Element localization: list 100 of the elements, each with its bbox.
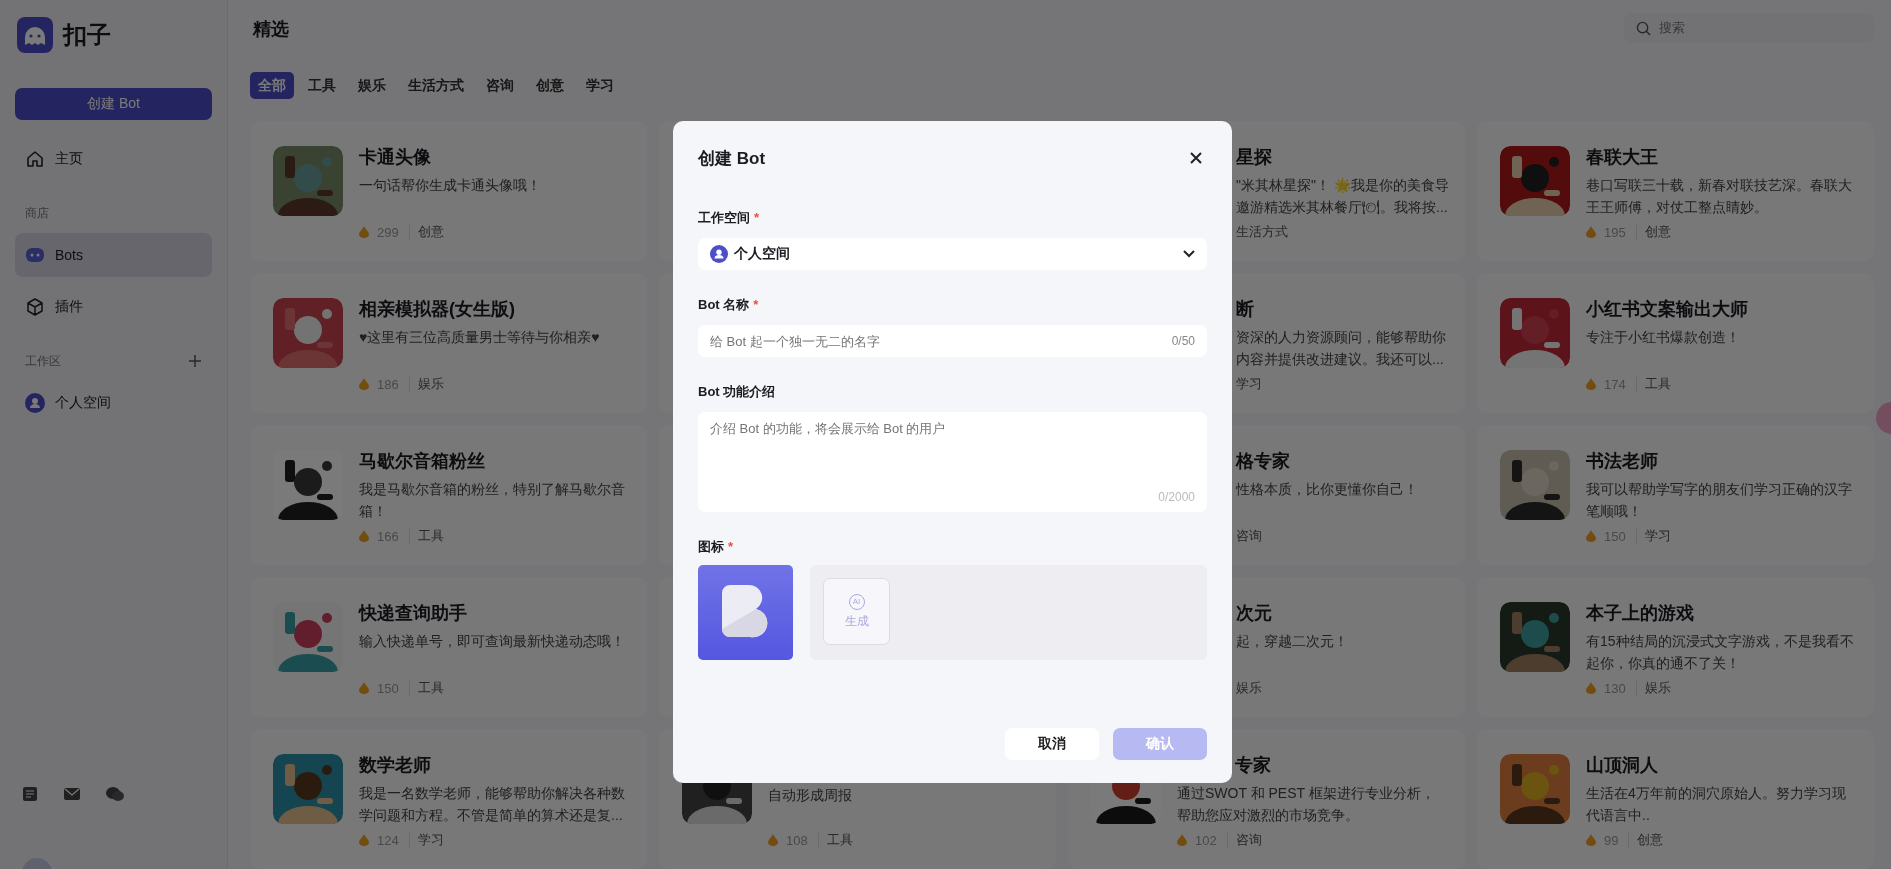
field-label: 工作空间 xyxy=(698,209,750,227)
bot-title: 小红书文案输出大师 xyxy=(1586,298,1749,321)
bot-logo-icon[interactable] xyxy=(698,565,793,660)
page-title: 精选 xyxy=(253,17,289,41)
bot-title: 星探 xyxy=(1236,146,1273,169)
section-label: 商店 xyxy=(25,204,49,222)
category-tag: 生活方式 xyxy=(1236,223,1288,241)
flame-icon xyxy=(359,378,369,390)
nav-item[interactable]: 主页 xyxy=(15,137,212,181)
nav-item[interactable]: 个人空间 xyxy=(15,381,212,425)
bot-title: 山顶洞人 xyxy=(1586,754,1659,777)
flame-icon xyxy=(768,834,778,846)
flame-icon xyxy=(1586,834,1596,846)
home-icon xyxy=(25,149,45,169)
bot-description: 性格本质，比你更懂你自己！ xyxy=(1236,480,1419,499)
category-tag: 工具 xyxy=(417,679,444,697)
search-icon xyxy=(1636,20,1651,36)
flame-icon xyxy=(1586,530,1596,542)
bot-title: 相亲模拟器(女生版) xyxy=(359,298,516,321)
bot-description: 我是一名数学老师，能够帮助你解决各种数学问题和方程。不管是简单的算术还是复... xyxy=(359,784,626,825)
bot-description: 邀游精选米其林餐厅🍽。我将按... xyxy=(1236,198,1445,217)
category-tag: 创意 xyxy=(1644,223,1671,241)
create-bot-button[interactable]: 创建 Bot xyxy=(15,88,212,120)
category-tag: 咨询 xyxy=(1236,527,1262,545)
category-tab[interactable]: 创意 xyxy=(528,72,572,99)
bot-title: 格专家 xyxy=(1236,450,1291,473)
cancel-button[interactable]: 取消 xyxy=(1005,728,1099,760)
user-avatar-icon xyxy=(25,393,45,413)
bot-description: 起，穿越二次元！ xyxy=(1236,632,1349,651)
bot-title: 春联大王 xyxy=(1586,146,1659,169)
bot-description: 巷口写联三十载，新春对联技艺深。春联大王王师傅，对仗工整点睛妙。 xyxy=(1586,176,1853,217)
category-tag: 创意 xyxy=(417,223,444,241)
chevron-down-icon xyxy=(1183,250,1195,258)
category-tag: 学习 xyxy=(1236,375,1262,393)
flame-icon xyxy=(359,682,369,694)
mail-icon[interactable] xyxy=(64,787,80,801)
flame-icon xyxy=(359,226,369,238)
category-tag: 创意 xyxy=(1637,831,1664,849)
flame-icon xyxy=(1177,834,1187,846)
bot-title: 次元 xyxy=(1236,602,1273,625)
flame-icon xyxy=(359,834,369,846)
bot-description: 通过SWOT 和 PEST 框架进行专业分析，帮助您应对激烈的市场竞争。 xyxy=(1177,784,1436,825)
category-tab[interactable]: 学习 xyxy=(578,72,622,99)
category-tag: 工具 xyxy=(1644,375,1671,393)
flame-icon xyxy=(1586,682,1596,694)
bot-title: 快递查询助手 xyxy=(359,602,468,625)
bot-title: 卡通头像 xyxy=(359,146,432,169)
brand-name: 扣子 xyxy=(63,20,111,50)
field-label: Bot 功能介绍 xyxy=(698,383,776,401)
required-mark: * xyxy=(754,209,760,227)
nav-item[interactable]: 插件 xyxy=(15,285,212,329)
bot-title: 数学老师 xyxy=(359,754,432,777)
bot-title: 马歇尔音箱粉丝 xyxy=(359,450,486,473)
category-tag: 娱乐 xyxy=(417,375,444,393)
bot-description: 有15种结局的沉浸式文字游戏，不是我看不起你，你真的通不了关！ xyxy=(1586,632,1854,673)
bot-description: 自动形成周报 xyxy=(768,786,853,805)
category-tab[interactable]: 全部 xyxy=(250,72,294,99)
bot-title: 断 xyxy=(1236,298,1255,321)
bot-title: 专家 xyxy=(1235,754,1272,777)
dialog-title: 创建 Bot xyxy=(698,147,766,170)
character-counter: 0/50 xyxy=(1171,334,1195,348)
add-icon[interactable] xyxy=(188,354,202,368)
cube-icon xyxy=(25,297,45,317)
bot-description: 专注于小红书爆款创造！ xyxy=(1586,328,1741,347)
flame-icon xyxy=(1586,226,1596,238)
bot-description: 一句话帮你生成卡通头像哦！ xyxy=(359,176,542,195)
category-tag: 咨询 xyxy=(1235,831,1262,849)
workspace-select[interactable]: 个人空间 xyxy=(698,238,1207,270)
category-tag: 工具 xyxy=(826,831,853,849)
bot-title: 本子上的游戏 xyxy=(1586,602,1695,625)
bot-description: 我可以帮助学写字的朋友们学习正确的汉字笔顺哦！ xyxy=(1586,480,1853,521)
character-counter: 0/2000 xyxy=(1158,490,1195,504)
field-label: 图标 xyxy=(698,538,724,556)
category-tag: 学习 xyxy=(417,831,444,849)
category-tag: 工具 xyxy=(417,527,444,545)
field-label: Bot 名称 xyxy=(698,296,750,314)
category-tab[interactable]: 咨询 xyxy=(478,72,522,99)
logo-icon xyxy=(17,17,53,53)
flame-icon xyxy=(1586,378,1596,390)
generate-button[interactable]: AI 生成 xyxy=(823,578,890,645)
bot-description: 我是马歇尔音箱的粉丝，特别了解马歇尔音箱！ xyxy=(359,480,626,521)
bot-description: 资深的人力资源顾问，能够帮助你 xyxy=(1236,328,1445,347)
category-tag: 娱乐 xyxy=(1644,679,1671,697)
document-icon[interactable] xyxy=(22,786,38,802)
bot-description: ♥这里有三位高质量男士等待与你相亲♥ xyxy=(359,328,601,347)
flame-icon xyxy=(359,530,369,542)
bot-description: 内容并提供改进建议。我还可以... xyxy=(1236,350,1445,369)
category-tab[interactable]: 娱乐 xyxy=(350,72,394,99)
required-mark: * xyxy=(753,296,759,314)
category-tab[interactable]: 工具 xyxy=(300,72,344,99)
bot-description: 输入快递单号，即可查询最新快递动态哦！ xyxy=(359,632,626,651)
category-tag: 娱乐 xyxy=(1236,679,1262,697)
chat-icon[interactable] xyxy=(106,786,124,802)
required-mark: * xyxy=(728,538,734,556)
category-tab[interactable]: 生活方式 xyxy=(400,72,472,99)
section-label: 工作区 xyxy=(25,352,61,370)
bot-description: 生活在4万年前的洞穴原始人。努力学习现代语言中.. xyxy=(1586,784,1847,825)
close-icon[interactable] xyxy=(1189,151,1203,165)
category-tag: 学习 xyxy=(1644,527,1671,545)
nav-item[interactable]: Bots xyxy=(15,233,212,277)
